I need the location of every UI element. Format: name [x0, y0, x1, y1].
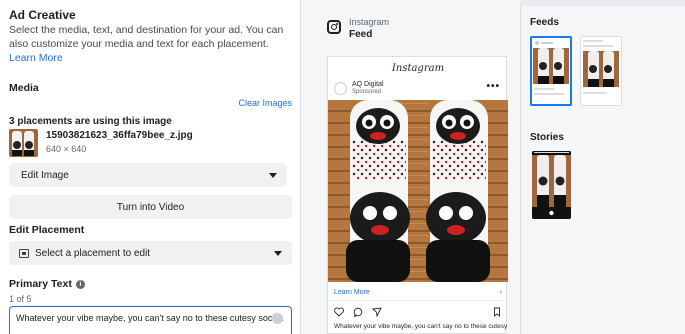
feeds-title: Feeds	[530, 17, 559, 28]
placement-select[interactable]: Select a placement to edit	[9, 241, 292, 265]
sponsored-label: Sponsored	[352, 89, 382, 95]
caret-down-icon	[274, 250, 282, 256]
placement-select-label: Select a placement to edit	[35, 247, 151, 259]
heart-icon[interactable]	[334, 307, 344, 317]
stories-title: Stories	[530, 132, 564, 143]
caret-down-icon	[269, 172, 277, 178]
info-icon[interactable]: i	[75, 279, 85, 289]
comment-icon[interactable]	[353, 307, 363, 317]
instagram-logo-icon	[327, 20, 341, 34]
media-dimensions: 640 × 640	[46, 144, 87, 154]
post-caption: Whatever your vibe maybe, you can't say …	[334, 323, 508, 330]
turn-into-video-button[interactable]: Turn into Video	[9, 195, 292, 219]
emoji-icon[interactable]	[272, 313, 283, 324]
post-header: AQ Digital Sponsored •••	[334, 81, 502, 95]
primary-text-input[interactable]: Whatever your vibe maybe, you can't say …	[9, 306, 292, 334]
preview-placement: Feed	[349, 29, 373, 40]
primary-text-value: Whatever your vibe maybe, you can't say …	[16, 313, 284, 323]
media-thumbnail[interactable]	[9, 129, 38, 157]
ad-creative-description: Select the media, text, and destination …	[9, 23, 297, 65]
more-options-icon[interactable]: •••	[486, 81, 500, 92]
placements-note: 3 placements are using this image	[9, 116, 172, 127]
post-actions	[334, 307, 502, 317]
ad-creative-panel: Ad Creative Select the media, text, and …	[0, 0, 300, 334]
description-text: Select the media, text, and destination …	[9, 24, 284, 50]
ad-creative-title: Ad Creative	[9, 8, 76, 22]
post-learn-more-bar[interactable]: Learn More ›	[328, 285, 508, 301]
share-icon[interactable]	[372, 307, 382, 317]
post-image	[328, 100, 508, 282]
feed-placement-thumb-facebook[interactable]	[580, 36, 622, 106]
instagram-wordmark: Instagram	[391, 63, 445, 74]
primary-text-title: Primary Text i	[9, 278, 85, 290]
feed-placement-thumb-instagram[interactable]	[530, 36, 572, 106]
post-author: AQ Digital	[352, 81, 384, 88]
turn-into-video-label: Turn into Video	[116, 201, 185, 213]
story-placement-thumb[interactable]	[532, 151, 571, 219]
clear-images-link[interactable]: Clear Images	[238, 98, 292, 108]
preview-platform: Instagram	[349, 17, 390, 27]
instagram-post-preview: Instagram AQ Digital Sponsored ••• Learn…	[327, 56, 508, 334]
media-title: Media	[9, 82, 39, 94]
primary-text-label: Primary Text	[9, 278, 72, 290]
preview-header: Instagram Feed	[327, 17, 389, 40]
edit-placement-title: Edit Placement	[9, 224, 85, 236]
media-filename: 15903821623_36ffa79bee_z.jpg	[46, 130, 193, 141]
placement-icon	[19, 248, 29, 258]
post-learn-more-label: Learn More	[334, 289, 370, 296]
edit-image-dropdown[interactable]: Edit Image	[9, 163, 287, 187]
edit-image-label: Edit Image	[21, 169, 69, 181]
bookmark-icon[interactable]	[492, 307, 502, 317]
primary-text-count: 1 of 5	[9, 294, 32, 304]
chevron-right-icon: ›	[499, 289, 502, 296]
learn-more-link[interactable]: Learn More	[9, 52, 63, 64]
avatar	[334, 81, 347, 95]
